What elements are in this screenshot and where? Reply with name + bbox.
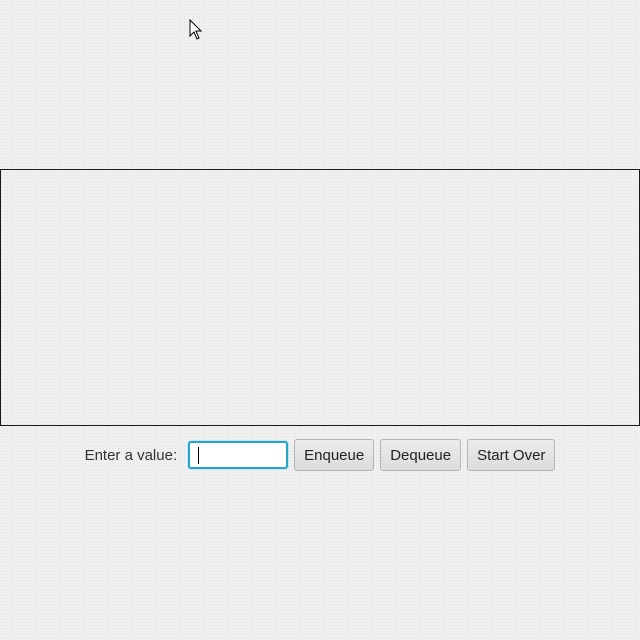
value-input[interactable]	[188, 441, 289, 469]
value-label: Enter a value:	[84, 446, 178, 464]
queue-display-pane	[0, 169, 640, 426]
control-bar: Enter a value: Enqueue Dequeue Start Ove…	[0, 438, 640, 472]
start-over-button[interactable]: Start Over	[467, 439, 556, 471]
dequeue-button[interactable]: Dequeue	[380, 439, 462, 471]
enqueue-button[interactable]: Enqueue	[294, 439, 375, 471]
text-caret	[198, 447, 200, 464]
mouse-pointer-icon	[189, 18, 203, 41]
